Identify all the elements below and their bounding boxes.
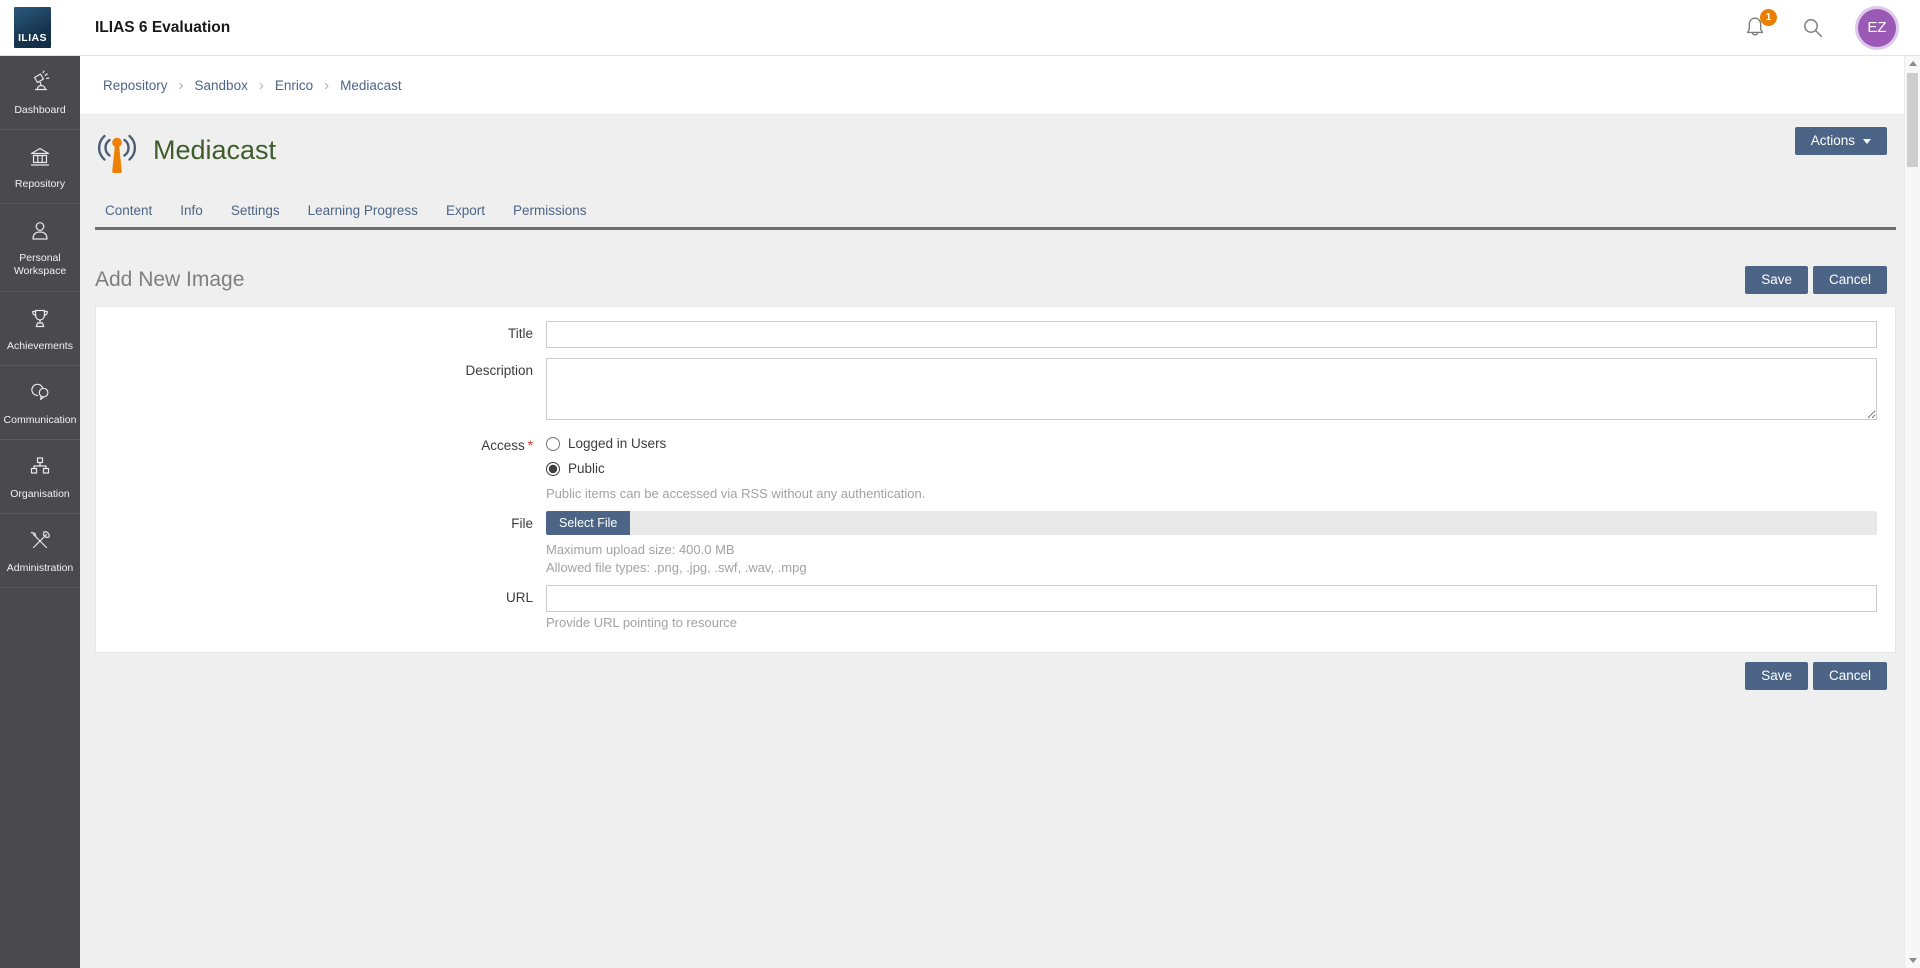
administration-icon: [27, 528, 53, 554]
select-file-button[interactable]: Select File: [546, 511, 630, 535]
description-label: Description: [114, 358, 546, 423]
chevron-down-icon: [1863, 139, 1871, 144]
sidebar-item-organisation[interactable]: Organisation: [0, 440, 80, 514]
add-image-form: Title Description Access* Logge: [95, 306, 1896, 653]
form-header-buttons: Save Cancel: [1745, 266, 1896, 294]
sidebar-item-achievements[interactable]: Achievements: [0, 292, 80, 366]
scroll-up-arrow[interactable]: [1905, 56, 1920, 71]
form-header: Add New Image Save Cancel: [95, 266, 1896, 294]
chevron-right-icon: ›: [259, 77, 264, 94]
access-option-label: Public: [568, 461, 605, 476]
avatar-initials: EZ: [1867, 19, 1886, 36]
tab-export[interactable]: Export: [432, 195, 499, 227]
access-hint: Public items can be accessed via RSS wit…: [546, 486, 1877, 501]
ilias-logo[interactable]: ILIAS: [14, 7, 51, 48]
sidebar-item-label: Achievements: [7, 340, 73, 353]
cancel-button[interactable]: Cancel: [1813, 266, 1887, 294]
breadcrumb-item-repository[interactable]: Repository: [103, 78, 168, 93]
organisation-icon: [27, 454, 53, 480]
tab-permissions[interactable]: Permissions: [499, 195, 601, 227]
access-radio-public[interactable]: [546, 462, 560, 476]
description-textarea[interactable]: [546, 358, 1877, 420]
access-radio-logged-in-users[interactable]: [546, 437, 560, 451]
achievements-icon: [27, 306, 53, 332]
avatar[interactable]: EZ: [1858, 9, 1896, 47]
chevron-right-icon: ›: [324, 77, 329, 94]
sidebar-item-repository[interactable]: Repository: [0, 130, 80, 204]
personal-workspace-icon: [27, 218, 53, 244]
sidebar-item-dashboard[interactable]: Dashboard: [0, 56, 80, 130]
mediacast-broadcast-icon: [95, 129, 139, 177]
form-title: Add New Image: [95, 268, 244, 292]
actions-button[interactable]: Actions: [1795, 127, 1887, 155]
page-content: Mediacast Actions Content Info Settings …: [80, 115, 1904, 690]
search-button[interactable]: [1800, 15, 1826, 41]
file-label: File: [114, 511, 546, 575]
tab-settings[interactable]: Settings: [217, 195, 294, 227]
main-area: Repository › Sandbox › Enrico › Mediacas…: [80, 56, 1904, 968]
breadcrumb: Repository › Sandbox › Enrico › Mediacas…: [80, 56, 1904, 115]
required-marker: *: [528, 438, 533, 453]
actions-button-label: Actions: [1811, 133, 1855, 148]
access-option-label: Logged in Users: [568, 436, 666, 451]
form-row-file: File Select File Maximum upload size: 40…: [114, 511, 1877, 575]
communication-icon: [27, 380, 53, 406]
url-input[interactable]: [546, 585, 1877, 612]
notifications-button[interactable]: 1: [1742, 15, 1768, 41]
form-row-description: Description: [114, 358, 1877, 423]
form-row-access: Access* Logged in Users Public Public it…: [114, 433, 1877, 501]
sidebar-item-label: Communication: [4, 414, 77, 427]
object-header: Mediacast Actions: [95, 129, 1896, 177]
save-button[interactable]: Save: [1745, 266, 1808, 294]
sidebar-item-personal-workspace[interactable]: Personal Workspace: [0, 204, 80, 291]
triangle-up-icon: [1909, 61, 1917, 66]
file-allowed-types-hint: Allowed file types: .png, .jpg, .swf, .w…: [546, 560, 1877, 575]
breadcrumb-item-enrico[interactable]: Enrico: [275, 78, 313, 93]
main-sidebar: Dashboard Repository Personal Workspace …: [0, 56, 80, 968]
tab-learning-progress[interactable]: Learning Progress: [294, 195, 432, 227]
topbar-actions: 1 EZ: [1742, 9, 1920, 47]
search-icon: [1800, 15, 1826, 41]
form-row-url: URL Provide URL pointing to resource: [114, 585, 1877, 630]
file-input: Select File: [546, 511, 1877, 535]
save-button-bottom[interactable]: Save: [1745, 662, 1808, 690]
file-max-size-hint: Maximum upload size: 400.0 MB: [546, 542, 1877, 557]
page-title: Mediacast: [153, 135, 276, 166]
repository-icon: [27, 144, 53, 170]
chevron-right-icon: ›: [179, 77, 184, 94]
title-input[interactable]: [546, 321, 1877, 348]
breadcrumb-item-mediacast[interactable]: Mediacast: [340, 78, 402, 93]
sidebar-item-label: Administration: [7, 562, 74, 575]
access-label-text: Access: [481, 438, 525, 453]
scroll-down-arrow[interactable]: [1905, 953, 1920, 968]
tab-info[interactable]: Info: [166, 195, 217, 227]
file-input-strip[interactable]: [630, 511, 1877, 535]
sidebar-item-label: Repository: [15, 178, 65, 191]
dashboard-icon: [27, 70, 53, 96]
sidebar-item-administration[interactable]: Administration: [0, 514, 80, 588]
sidebar-item-label: Personal Workspace: [4, 252, 76, 278]
title-label: Title: [114, 321, 546, 348]
notification-count-badge: 1: [1760, 9, 1777, 26]
access-option-logged-in-users[interactable]: Logged in Users: [546, 436, 1877, 451]
cancel-button-bottom[interactable]: Cancel: [1813, 662, 1887, 690]
ilias-logo-text: ILIAS: [18, 32, 47, 44]
form-footer-buttons: Save Cancel: [95, 662, 1896, 690]
app-title: ILIAS 6 Evaluation: [95, 19, 230, 37]
sidebar-item-label: Dashboard: [14, 104, 65, 117]
vertical-scrollbar[interactable]: [1904, 56, 1920, 968]
object-tabs: Content Info Settings Learning Progress …: [95, 195, 1896, 230]
url-hint: Provide URL pointing to resource: [546, 615, 1877, 630]
url-label: URL: [114, 585, 546, 630]
form-row-title: Title: [114, 321, 1877, 348]
access-option-public[interactable]: Public: [546, 461, 1877, 476]
top-bar: ILIAS ILIAS 6 Evaluation 1 EZ: [0, 0, 1920, 56]
breadcrumb-item-sandbox[interactable]: Sandbox: [195, 78, 248, 93]
access-label: Access*: [114, 433, 546, 501]
sidebar-item-communication[interactable]: Communication: [0, 366, 80, 440]
triangle-down-icon: [1909, 958, 1917, 963]
scrollbar-thumb[interactable]: [1907, 73, 1918, 167]
sidebar-item-label: Organisation: [10, 488, 70, 501]
tab-content[interactable]: Content: [95, 195, 166, 227]
